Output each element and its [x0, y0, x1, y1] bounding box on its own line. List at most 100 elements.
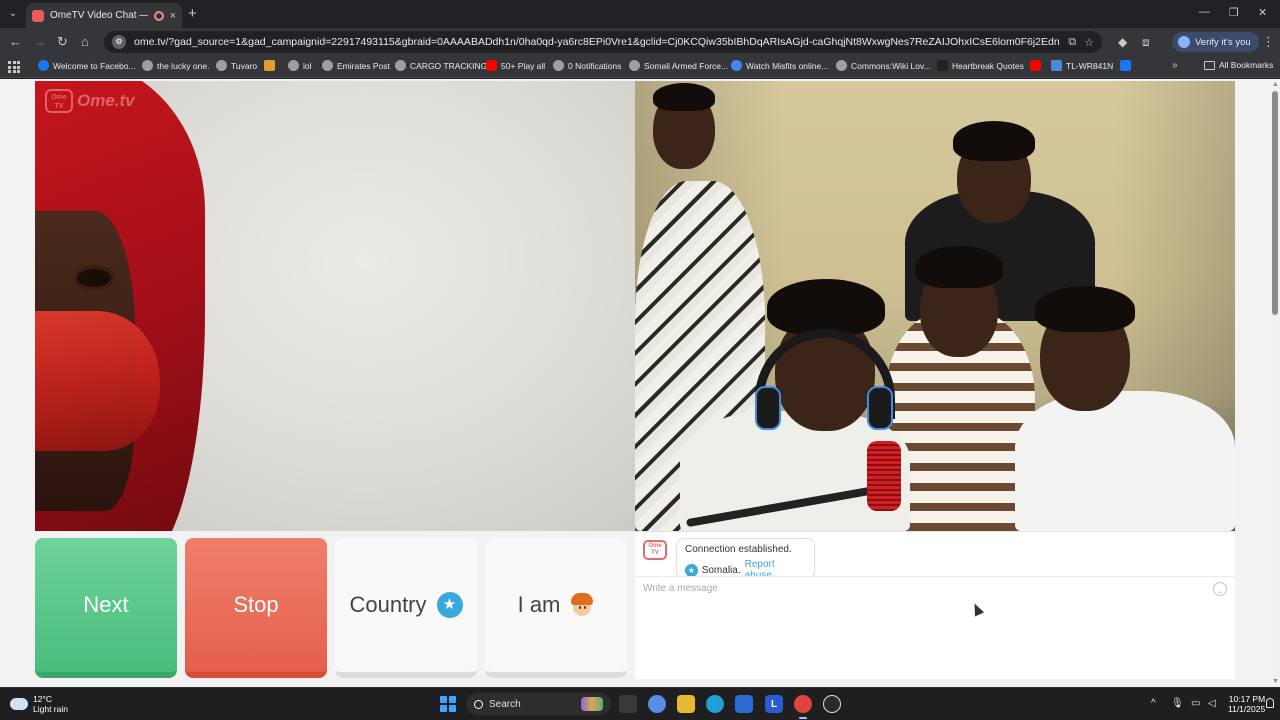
facebook-icon — [1120, 60, 1131, 71]
new-tab-button[interactable]: + — [188, 6, 197, 21]
tab-ometv[interactable]: OmeTV Video Chat — Ome × — [26, 3, 182, 28]
bookmark-item[interactable]: 50+ Play all — [486, 60, 545, 71]
task-view-icon[interactable] — [619, 695, 637, 713]
bookmark-item[interactable] — [1030, 60, 1045, 71]
microphone-shape — [867, 441, 901, 511]
message-input-bar — [635, 576, 1235, 600]
verify-label: Verify it's you — [1195, 36, 1251, 48]
search-highlight-icon — [581, 697, 603, 711]
home-button[interactable]: ⌂ — [81, 34, 89, 50]
person-white-shirt — [1015, 391, 1235, 531]
extension-diamond-icon[interactable]: ◆ — [1118, 35, 1127, 49]
stop-label: Stop — [233, 592, 279, 617]
partner-video — [635, 81, 1235, 531]
clock-time: 10:17 PM — [1228, 694, 1266, 704]
microphone-icon[interactable]: 🎙 — [1171, 698, 1184, 709]
notification-bell-icon[interactable] — [1266, 698, 1274, 708]
weather-description: Light rain — [33, 704, 68, 714]
recording-indicator-icon — [153, 10, 164, 21]
bookmark-item[interactable]: Tuvaro — [216, 60, 257, 71]
display-icon[interactable]: ▭ — [1191, 698, 1200, 709]
message-input[interactable] — [643, 583, 1213, 594]
face-mask-shape — [35, 311, 160, 451]
globe-icon — [142, 60, 153, 71]
bookmark-item[interactable]: Somali Armed Force... — [629, 60, 728, 71]
eye-shape — [77, 269, 111, 287]
ometv-chat-logo-icon: Ome TV — [643, 540, 667, 560]
bookmark-item[interactable]: TL-WR841N — [1051, 60, 1113, 71]
window-close-button[interactable]: ✕ — [1258, 6, 1267, 19]
rain-cloud-icon — [10, 698, 28, 710]
extensions-puzzle-icon[interactable]: ⧈ — [1142, 35, 1150, 50]
scrollbar-thumb[interactable] — [1272, 91, 1278, 315]
bookmark-item[interactable] — [1120, 60, 1135, 71]
copilot-icon[interactable] — [648, 695, 666, 713]
bookmark-item[interactable]: Welcome to Facebo... — [38, 60, 136, 71]
bookmark-item[interactable] — [264, 60, 279, 71]
taskbar-search[interactable]: Search — [466, 693, 611, 715]
emoji-icon[interactable] — [1213, 581, 1227, 596]
reload-button[interactable]: ↻ — [57, 34, 68, 50]
next-button[interactable]: Next — [35, 538, 177, 678]
router-icon — [1051, 60, 1062, 71]
chatgpt-icon[interactable] — [823, 695, 841, 713]
windows-start-icon[interactable] — [440, 696, 456, 712]
star-icon: ★ — [436, 592, 463, 618]
open-in-app-icon[interactable]: ⧉ — [1068, 36, 1076, 49]
all-bookmarks-button[interactable]: All Bookmarks — [1204, 60, 1273, 70]
country-filter-button[interactable]: Country ★ — [335, 538, 477, 678]
launcher-l-icon[interactable]: L — [765, 695, 783, 713]
browser-menu-icon[interactable]: ⋮ — [1262, 34, 1275, 50]
back-button[interactable]: ← — [9, 34, 22, 50]
tab-close-icon[interactable]: × — [170, 10, 176, 22]
bookmark-item[interactable]: 0 Notifications — [553, 60, 621, 71]
bookmark-item[interactable]: CARGO TRACKING — [395, 60, 487, 71]
search-label: Search — [489, 698, 521, 710]
scroll-up-icon[interactable]: ▲ — [1272, 81, 1279, 88]
gender-select-button[interactable]: I am — [485, 538, 627, 678]
tray-overflow-icon[interactable]: ^ — [1151, 698, 1156, 709]
bookmarks-overflow-icon[interactable]: » — [1172, 60, 1178, 71]
site-info-icon[interactable]: ⚙ — [112, 35, 126, 49]
apps-grid-icon[interactable] — [8, 61, 20, 73]
bookmark-item[interactable]: Heartbreak Quotes — [937, 60, 1024, 71]
facebook-icon — [38, 60, 49, 71]
edge-icon[interactable] — [706, 695, 724, 713]
bookmark-item[interactable]: lol — [288, 60, 312, 71]
youtube-icon — [486, 60, 497, 71]
page-scrollbar[interactable]: ▲ ▼ — [1270, 79, 1280, 687]
scroll-down-icon[interactable]: ▼ — [1272, 678, 1279, 685]
verify-identity-button[interactable]: Verify it's you — [1172, 32, 1259, 52]
volume-icon[interactable]: ◁ — [1208, 698, 1216, 709]
globe-icon — [288, 60, 299, 71]
bookmark-item[interactable]: Watch Misfits online... — [731, 60, 828, 71]
file-explorer-icon[interactable] — [677, 695, 695, 713]
star-icon: ★ — [685, 563, 698, 577]
globe-icon — [395, 60, 406, 71]
tab-search-menu-icon[interactable]: ⌄ — [4, 6, 22, 22]
bookmark-item[interactable]: the lucky one. — [142, 60, 209, 71]
bookmark-star-icon[interactable]: ☆ — [1084, 36, 1094, 49]
system-clock[interactable]: 10:17 PM 11/1/2025 — [1228, 694, 1265, 714]
globe-icon — [216, 60, 227, 71]
weather-widget[interactable]: 12°C Light rain — [10, 694, 68, 714]
profile-avatar-icon — [1178, 36, 1190, 48]
address-bar[interactable]: ⚙ ome.tv/?gad_source=1&gad_campaignid=22… — [104, 31, 1102, 53]
search-icon — [474, 699, 483, 709]
window-minimize-button[interactable]: — — [1199, 6, 1210, 18]
window-maximize-button[interactable]: ❐ — [1229, 6, 1239, 19]
bookmark-item[interactable]: Emirates Post — [322, 60, 390, 71]
clock-date: 11/1/2025 — [1228, 704, 1266, 714]
ometv-wordmark: Ome.tv — [77, 91, 135, 110]
bookmark-item[interactable]: Commons:Wiki Lov... — [836, 60, 931, 71]
tab-strip: ⌄ OmeTV Video Chat — Ome × + — ❐ ✕ — [0, 0, 1280, 28]
url-text[interactable]: ome.tv/?gad_source=1&gad_campaignid=2291… — [134, 36, 1060, 48]
store-icon[interactable] — [735, 695, 753, 713]
stop-button[interactable]: Stop — [185, 538, 327, 678]
google-icon — [731, 60, 742, 71]
ometv-badge-icon: Ome TV — [45, 89, 73, 113]
folder-icon — [1204, 60, 1215, 70]
chrome-icon[interactable] — [794, 695, 812, 719]
local-video: Ome TV Ome.tv — [35, 81, 635, 531]
forward-button[interactable]: → — [33, 34, 46, 50]
